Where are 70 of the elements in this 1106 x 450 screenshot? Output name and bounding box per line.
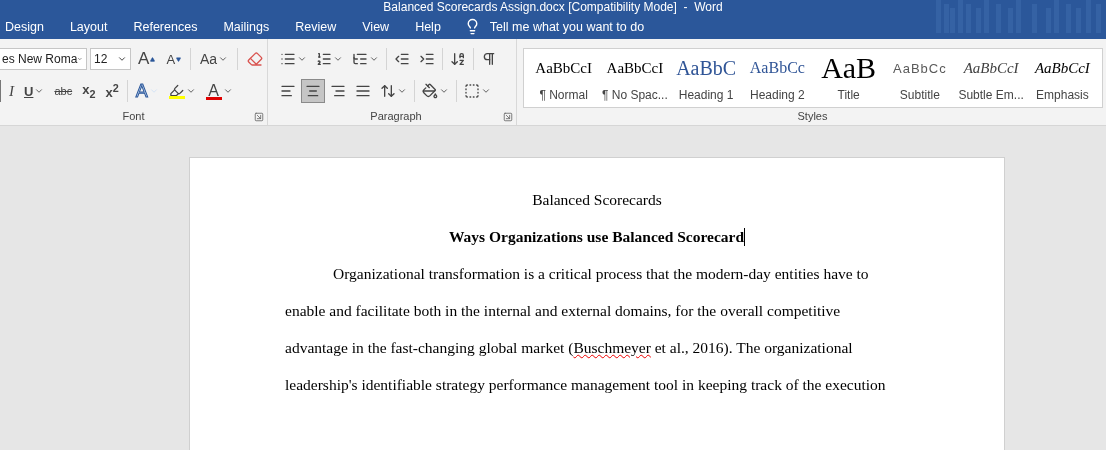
- caret-icon: [185, 86, 196, 96]
- caret-icon: [297, 54, 307, 64]
- font-name-dropdown[interactable]: es New Roma: [0, 48, 87, 70]
- paragraph-line: Organizational transformation is a critical process that the modern-day entities have to: [332, 264, 870, 284]
- caret-icon: [397, 86, 407, 96]
- style-option[interactable]: AaBbCc Subtitle: [884, 49, 956, 107]
- bullet-list-icon: [280, 51, 296, 67]
- menu-tab[interactable]: Design: [0, 15, 57, 38]
- justify-icon: [355, 83, 371, 99]
- align-right-icon: [330, 83, 346, 99]
- group-label: Font: [122, 110, 145, 122]
- style-option[interactable]: AaBbCc Heading 2: [741, 49, 813, 107]
- document-heading: Ways Organizations use Balanced Scorecard: [448, 227, 745, 247]
- caret-icon: [34, 86, 45, 96]
- caret-icon: [218, 54, 229, 64]
- menu-tab[interactable]: View: [349, 15, 403, 38]
- triangle-icon: [176, 56, 182, 62]
- align-left-icon: [280, 83, 296, 99]
- style-option[interactable]: AaBbCcI Subtle Em...: [955, 49, 1027, 107]
- tell-me-search[interactable]: Tell me what you want to do: [459, 14, 649, 39]
- highlighter-icon: [169, 83, 185, 98]
- sort-icon: [450, 51, 466, 67]
- multilevel-list-icon: [352, 51, 368, 67]
- caret-icon: [222, 86, 233, 96]
- highlight-color-bar: [168, 96, 185, 99]
- font-color-button[interactable]: A: [201, 79, 237, 103]
- menu-tab[interactable]: References: [120, 15, 211, 38]
- change-case-button[interactable]: Aa: [195, 47, 233, 71]
- menu-tab[interactable]: Review: [282, 15, 350, 38]
- caret-icon: [333, 54, 343, 64]
- caret-icon: [117, 54, 128, 64]
- paragraph-line: leadership's identifiable strategy performance management tool in keeping track of the execution: [285, 375, 887, 395]
- subscript-button[interactable]: x$_{2}$: [78, 79, 100, 103]
- grow-font-button[interactable]: A: [134, 47, 160, 71]
- increase-indent-icon: [419, 51, 435, 67]
- numbered-list-icon: [316, 51, 332, 67]
- eraser-icon: [247, 51, 263, 67]
- font-size-dropdown[interactable]: 12: [90, 48, 132, 70]
- strikethrough-button[interactable]: abc: [50, 79, 77, 103]
- document-title: Balanced Scorecards: [532, 190, 662, 210]
- caret-icon: [369, 54, 379, 64]
- style-option[interactable]: AaBbC Heading 1: [670, 49, 742, 107]
- shrink-font-button[interactable]: A: [162, 47, 186, 71]
- paragraph-line: enable and facilitate both in the internal and external domains, for the overall competitive: [285, 301, 842, 321]
- group-label: Styles: [797, 110, 828, 122]
- style-option[interactable]: AaBbCcI ¶ Normal: [528, 49, 600, 107]
- align-center-icon: [305, 83, 321, 99]
- group-label: Paragraph: [370, 110, 422, 122]
- menu-tab[interactable]: Help: [402, 15, 454, 38]
- dialog-launcher-icon[interactable]: [503, 112, 513, 122]
- style-option[interactable]: AaBbCcI Emphasis: [1026, 49, 1098, 107]
- caret-icon: [439, 86, 449, 96]
- borders-icon: [464, 83, 480, 99]
- triangle-icon: [150, 56, 156, 62]
- pilcrow-icon: [481, 51, 497, 67]
- menu-tab[interactable]: Mailings: [210, 15, 283, 38]
- caret-icon: [481, 86, 491, 96]
- superscript-button[interactable]: x$^{2}$: [101, 79, 123, 103]
- menu-tab[interactable]: Layout: [56, 15, 121, 38]
- style-option[interactable]: AaBbCcI ¶ No Spac...: [599, 49, 671, 107]
- decrease-indent-icon: [394, 51, 410, 67]
- align-center-button[interactable]: [301, 79, 325, 103]
- italic-button[interactable]: I: [5, 79, 18, 103]
- style-option[interactable]: AaB Title: [813, 49, 885, 107]
- line-spacing-icon: [380, 83, 396, 99]
- dialog-launcher-icon[interactable]: [254, 112, 264, 122]
- paint-bucket-icon: [422, 83, 438, 99]
- paragraph-line: advantage in the fast-changing global market (Buschmeyer et al., 2016). The organizational: [285, 338, 854, 358]
- window-title: Balanced Scorecards Assign.docx [Compatibility Mode] - Word: [383, 0, 723, 14]
- underline-button[interactable]: U: [20, 79, 49, 103]
